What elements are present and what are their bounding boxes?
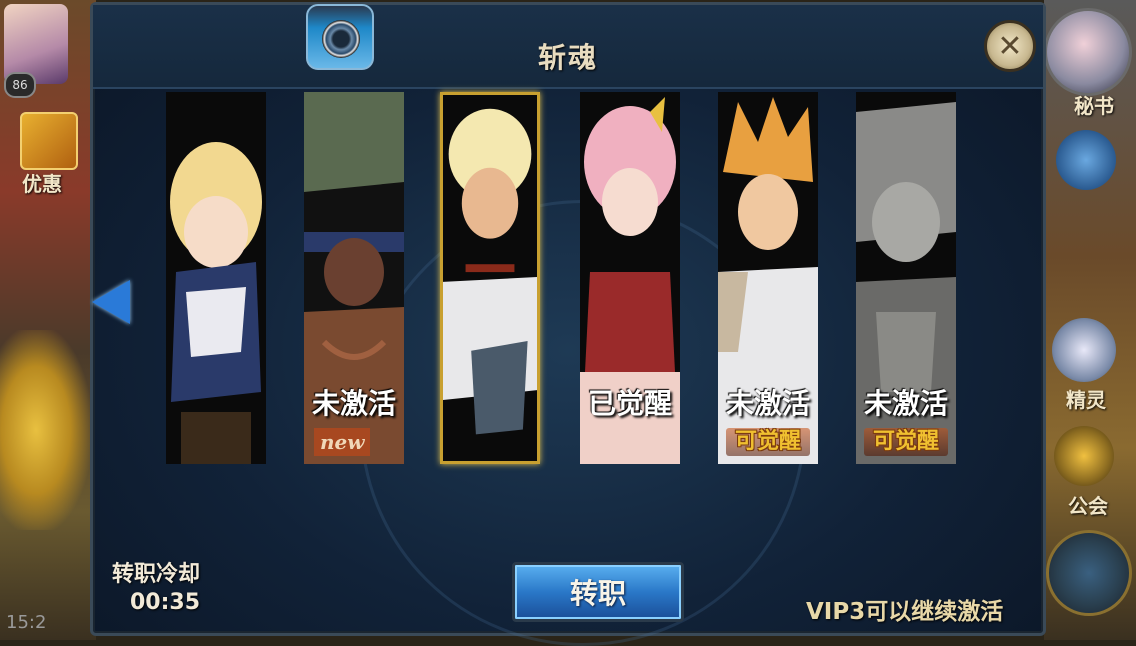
- character-portrait: [166, 92, 266, 464]
- character-portrait: [443, 95, 537, 461]
- sprite-label: 精灵: [1066, 388, 1106, 412]
- character-card-3[interactable]: [440, 92, 540, 464]
- cooldown-label: 转职冷却: [112, 562, 201, 587]
- new-badge: new: [314, 428, 371, 456]
- dialog-title: 斩魂: [537, 41, 598, 74]
- vip-note: VIP3可以继续激活: [806, 599, 1004, 625]
- card-status: 已觉醒: [587, 387, 672, 420]
- character-card-6[interactable]: 未激活 可觉醒: [856, 92, 956, 464]
- gift-label: 优惠: [22, 172, 62, 196]
- sprite-icon[interactable]: [1052, 318, 1116, 382]
- gift-icon[interactable]: [20, 112, 78, 170]
- dragon-sprite: [0, 330, 90, 530]
- close-button[interactable]: ✕: [984, 20, 1036, 72]
- cooldown-timer: 00:35: [130, 590, 201, 615]
- compass-icon[interactable]: [1046, 530, 1132, 616]
- player-level-badge: 86: [4, 72, 36, 98]
- guild-label: 公会: [1068, 494, 1108, 518]
- secretary-label: 秘书: [1074, 94, 1114, 118]
- character-card-5[interactable]: 未激活 可觉醒: [718, 92, 818, 464]
- transfer-button[interactable]: 转职: [512, 562, 684, 622]
- card-status: 未激活: [311, 387, 396, 420]
- awaken-badge: 可觉醒: [864, 428, 948, 456]
- close-icon: ✕: [997, 28, 1023, 64]
- horn-icon[interactable]: [1056, 130, 1116, 190]
- awaken-badge: 可觉醒: [726, 428, 810, 456]
- clock-text: 15:2: [6, 612, 47, 633]
- guild-icon[interactable]: [1054, 426, 1114, 486]
- character-card-1[interactable]: [166, 92, 266, 464]
- card-status: 未激活: [863, 387, 948, 420]
- card-status: 未激活: [725, 387, 810, 420]
- secretary-avatar[interactable]: [1044, 8, 1132, 96]
- character-card-2[interactable]: 未激活 new: [304, 92, 404, 464]
- camera-icon: [322, 20, 360, 58]
- arrow-left-icon[interactable]: [92, 280, 130, 324]
- camera-button[interactable]: [306, 4, 374, 70]
- character-card-4[interactable]: 已觉醒: [580, 92, 680, 464]
